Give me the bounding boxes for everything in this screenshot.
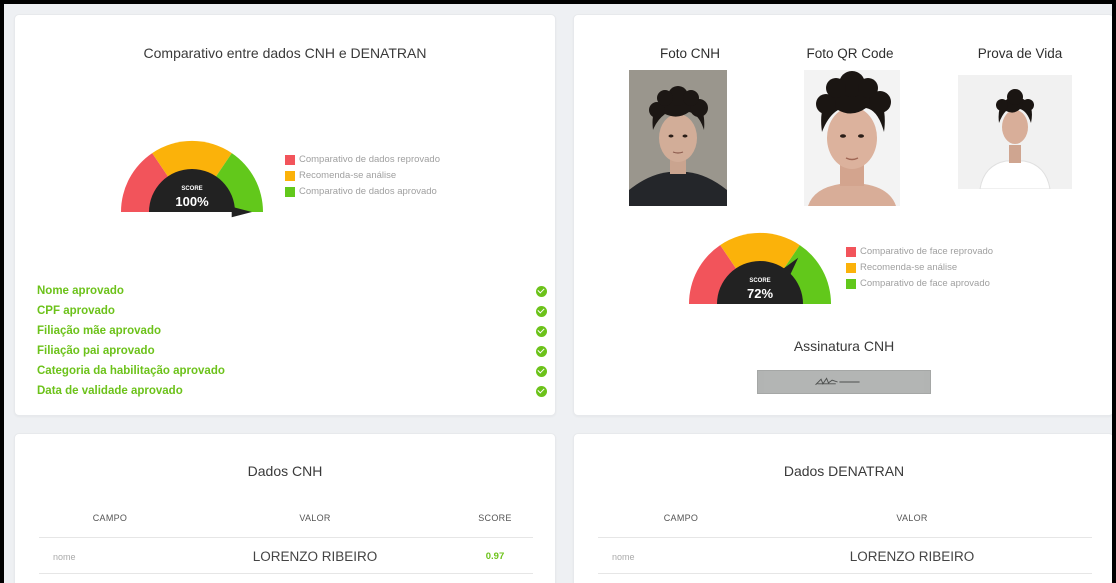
legend-label: Comparativo de dados reprovado	[299, 154, 441, 165]
check-item-nome: Nome aprovado	[37, 281, 547, 301]
column-header-campo: CAMPO	[663, 513, 699, 523]
legend-item-analise: Recomenda-se análise	[285, 168, 440, 184]
cnh-table-title: Dados CNH	[247, 463, 323, 479]
check-label: CPF aprovado	[37, 305, 115, 317]
face-gauge-legend: Comparativo de face reprovado Recomenda-…	[846, 244, 993, 292]
check-label: Nome aprovado	[37, 285, 124, 297]
dashboard: Comparativo entre dados CNH e DENATRAN S…	[4, 4, 1112, 583]
denatran-table-title: Dados DENATRAN	[783, 463, 905, 479]
legend-label: Recomenda-se análise	[299, 170, 397, 181]
row-field: nome	[53, 552, 76, 562]
legend-item-face-reprovado: Comparativo de face reprovado	[846, 244, 993, 260]
column-header-score: SCORE	[478, 513, 512, 523]
legend-swatch-yellow	[846, 263, 856, 273]
gauge-score-label: SCORE	[749, 278, 770, 284]
legend-label: Comparativo de dados aprovado	[299, 186, 437, 197]
legend-item-reprovado: Comparativo de dados reprovado	[285, 152, 440, 168]
check-label: Filiação mãe aprovado	[37, 325, 161, 337]
gauge-score-label: SCORE	[181, 186, 202, 192]
check-circle-icon	[536, 385, 547, 397]
row-value: LORENZO RIBEIRO	[252, 549, 378, 564]
face-score-gauge: SCORE 72%	[688, 232, 832, 304]
data-gauge-legend: Comparativo de dados reprovado Recomenda…	[285, 152, 440, 200]
legend-item-aprovado: Comparativo de dados aprovado	[285, 184, 440, 200]
legend-swatch-red	[285, 155, 295, 165]
row-value: LORENZO RIBEIRO	[849, 549, 975, 564]
check-item-cpf: CPF aprovado	[37, 301, 547, 321]
legend-swatch-red	[846, 247, 856, 257]
column-header-campo: CAMPO	[92, 513, 128, 523]
check-circle-icon	[536, 285, 547, 297]
comparison-card: Comparativo entre dados CNH e DENATRAN S…	[14, 14, 556, 416]
check-label: Categoria da habilitação aprovado	[37, 365, 225, 377]
photo-qrcode	[804, 70, 900, 206]
legend-swatch-yellow	[285, 171, 295, 181]
table-divider	[39, 573, 533, 574]
legend-swatch-green	[285, 187, 295, 197]
legend-item-face-analise: Recomenda-se análise	[846, 260, 993, 276]
check-item-categoria: Categoria da habilitação aprovado	[37, 361, 547, 381]
gauge-score-value: 100%	[175, 194, 209, 209]
approval-checklist: Nome aprovado CPF aprovado Filiação mãe …	[37, 281, 547, 401]
legend-label: Recomenda-se análise	[860, 262, 958, 273]
check-circle-icon	[536, 325, 547, 337]
photo-cnh	[629, 70, 727, 206]
data-score-gauge: SCORE 100%	[120, 140, 264, 218]
signature-image	[757, 370, 931, 394]
table-divider	[39, 537, 533, 538]
legend-item-face-aprovado: Comparativo de face aprovado	[846, 276, 993, 292]
check-circle-icon	[536, 345, 547, 357]
check-label: Data de validade aprovado	[37, 385, 183, 397]
check-circle-icon	[536, 305, 547, 317]
row-field: nome	[612, 552, 635, 562]
check-item-validade: Data de validade aprovado	[37, 381, 547, 401]
check-item-filiacao-pai: Filiação pai aprovado	[37, 341, 547, 361]
table-divider	[598, 573, 1092, 574]
check-label: Filiação pai aprovado	[37, 345, 155, 357]
comparison-title: Comparativo entre dados CNH e DENATRAN	[143, 45, 427, 61]
photo-label-prova-vida: Prova de Vida	[977, 46, 1063, 61]
legend-label: Comparativo de face aprovado	[860, 278, 990, 289]
check-circle-icon	[536, 365, 547, 377]
signature-title: Assinatura CNH	[793, 338, 895, 354]
row-score: 0.97	[485, 551, 505, 562]
table-divider	[598, 537, 1092, 538]
photo-label-qrcode: Foto QR Code	[806, 46, 894, 61]
check-item-filiacao-mae: Filiação mãe aprovado	[37, 321, 547, 341]
face-card: Foto CNH Foto QR Code Prova de Vida SCOR…	[573, 14, 1112, 416]
denatran-data-card: Dados DENATRAN CAMPO VALOR nome LORENZO …	[573, 433, 1112, 583]
photo-prova-vida	[958, 75, 1072, 189]
legend-label: Comparativo de face reprovado	[860, 246, 994, 257]
photo-label-cnh: Foto CNH	[659, 46, 720, 61]
cnh-data-card: Dados CNH CAMPO VALOR SCORE nome LORENZO…	[14, 433, 556, 583]
gauge-score-value: 72%	[747, 286, 773, 301]
column-header-valor: VALOR	[896, 513, 928, 523]
legend-swatch-green	[846, 279, 856, 289]
column-header-valor: VALOR	[299, 513, 331, 523]
